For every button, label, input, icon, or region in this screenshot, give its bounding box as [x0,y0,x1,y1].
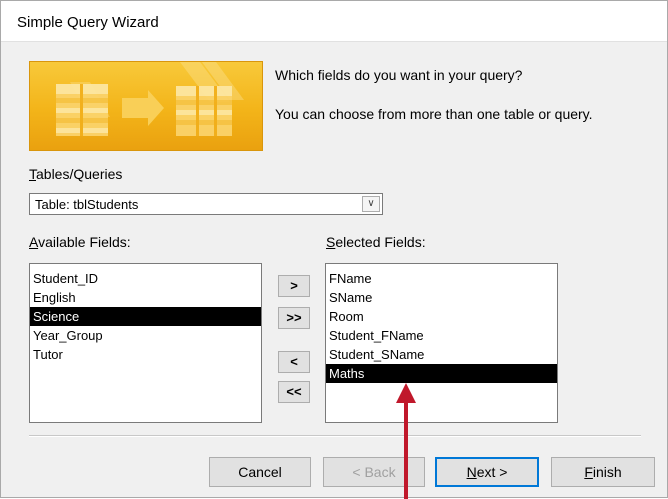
list-item[interactable]: Student_FName [326,326,557,345]
list-item[interactable]: Maths [326,364,557,383]
list-item[interactable]: Tutor [30,345,261,364]
footer-divider [29,435,641,437]
tables-queries-label: Tables/Queries [29,166,123,182]
window-title: Simple Query Wizard [17,14,159,31]
cancel-button[interactable]: Cancel [209,457,311,487]
wizard-illustration [29,61,263,151]
selected-fields-list[interactable]: FName SName Room Student_FName Student_S… [325,263,558,423]
prompt-question: Which fields do you want in your query? [275,67,523,83]
list-item[interactable]: Student_ID [30,269,261,288]
list-item[interactable]: SName [326,288,557,307]
annotation-arrow-shaft [404,399,408,499]
title-bar: Simple Query Wizard [1,1,667,42]
simple-query-wizard-dialog: Simple Query Wizard Which fields do you … [0,0,668,499]
list-item[interactable]: English [30,288,261,307]
list-item[interactable]: Student_SName [326,345,557,364]
tables-queries-dropdown[interactable]: Table: tblStudents ∨ [29,193,383,215]
remove-field-button[interactable]: < [278,351,310,373]
add-field-button[interactable]: > [278,275,310,297]
tables-queries-selected-value: Table: tblStudents [35,197,139,212]
list-item[interactable]: FName [326,269,557,288]
list-item[interactable]: Room [326,307,557,326]
available-fields-list[interactable]: Student_ID English Science Year_Group Tu… [29,263,262,423]
back-button[interactable]: < Back [323,457,425,487]
remove-all-fields-button[interactable]: << [278,381,310,403]
available-fields-label: Available Fields: [29,234,131,250]
selected-fields-label: Selected Fields: [326,234,426,250]
list-item[interactable]: Year_Group [30,326,261,345]
chevron-down-icon[interactable]: ∨ [362,196,380,212]
list-item[interactable]: Science [30,307,261,326]
annotation-arrow-icon [396,383,416,403]
prompt-hint: You can choose from more than one table … [275,106,593,122]
next-button[interactable]: Next > [435,457,539,487]
table-to-query-icon [56,62,244,136]
add-all-fields-button[interactable]: >> [278,307,310,329]
finish-button[interactable]: Finish [551,457,655,487]
